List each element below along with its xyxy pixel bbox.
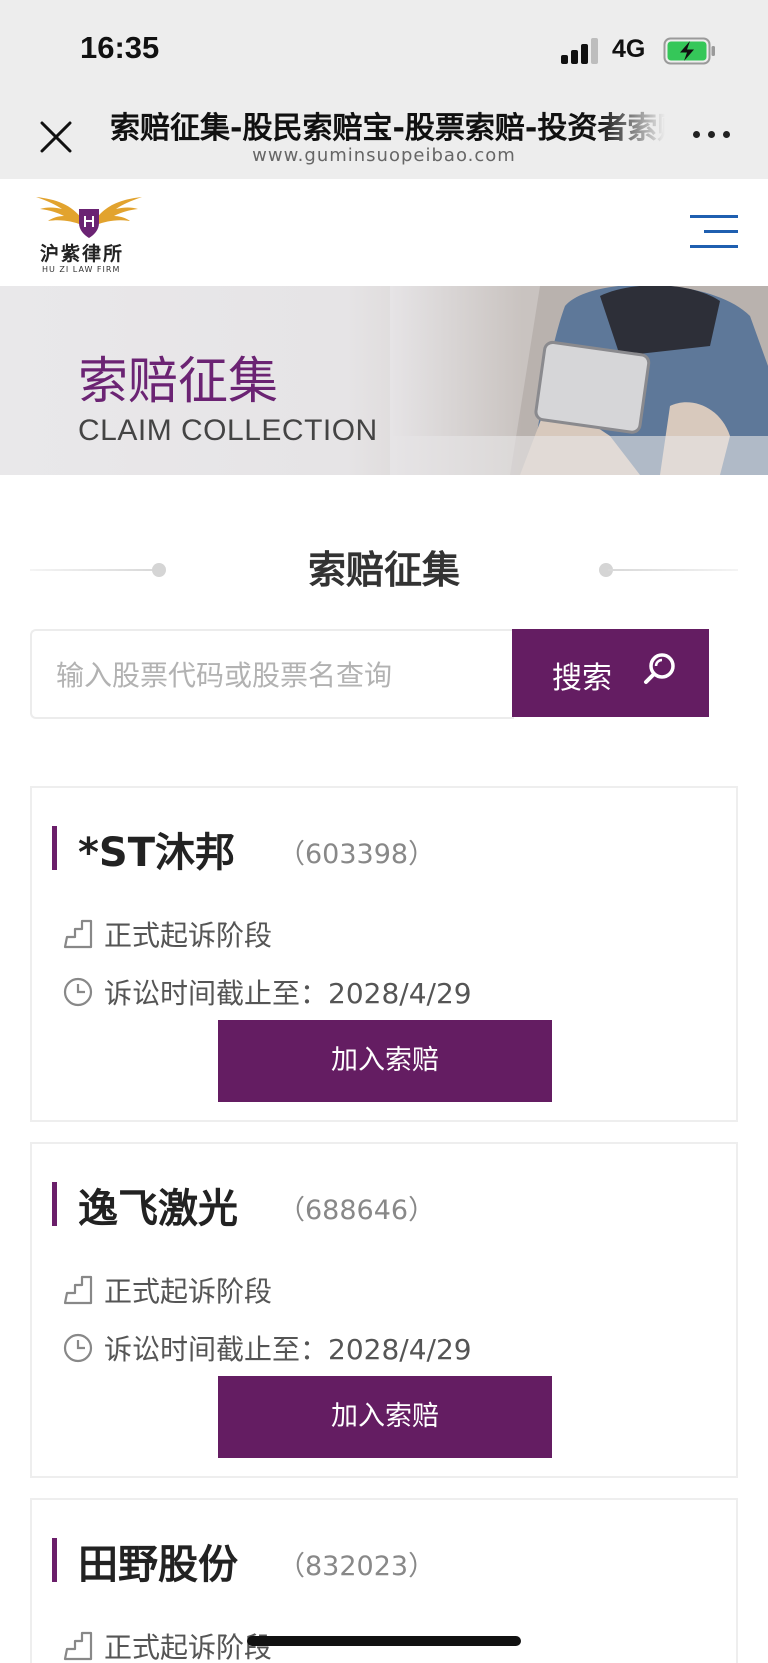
logo[interactable]: 沪紫律所 HU ZI LAW FIRM	[34, 185, 144, 279]
banner-photo	[390, 286, 768, 475]
stairs-icon	[63, 1275, 93, 1305]
banner: 索赔征集 CLAIM COLLECTION	[0, 286, 768, 475]
case-name: 逸飞激光	[78, 1186, 238, 1232]
clock-icon	[63, 1333, 93, 1363]
search-input[interactable]	[56, 653, 496, 697]
page-url: www.guminsuopeibao.com	[252, 145, 516, 166]
case-deadline: 诉讼时间截止至：2028/4/29	[104, 977, 472, 1010]
case-card: *ST沐邦 （603398） 正式起诉阶段 诉讼时间截止至：2028/4/29 …	[30, 786, 738, 1122]
status-time: 16:35	[80, 30, 160, 65]
battery-charging-icon	[663, 37, 715, 65]
card-accent-bar	[52, 826, 57, 870]
case-stage: 正式起诉阶段	[104, 1631, 273, 1663]
logo-wings-icon	[36, 197, 142, 238]
banner-subtitle: CLAIM COLLECTION	[78, 414, 378, 447]
browser-title-bar: 索赔征集-股民索赔宝-股票索赔-投资者索赔 www.guminsuopeibao…	[0, 95, 768, 179]
case-name: *ST沐邦	[78, 830, 236, 876]
menu-icon[interactable]	[690, 213, 740, 251]
search-box	[30, 629, 514, 719]
status-bar: 16:35 4G	[0, 0, 768, 95]
join-claim-button[interactable]: 加入索赔	[218, 1376, 552, 1458]
join-claim-button[interactable]: 加入索赔	[218, 1020, 552, 1102]
clock-icon	[63, 977, 93, 1007]
card-accent-bar	[52, 1538, 57, 1582]
search-icon	[644, 653, 675, 684]
search-button-label: 搜索	[552, 661, 612, 696]
case-code: （688646）	[278, 1195, 436, 1226]
network-type: 4G	[612, 35, 646, 63]
site-header: 沪紫律所 HU ZI LAW FIRM	[0, 179, 768, 286]
case-stage: 正式起诉阶段	[104, 1275, 273, 1308]
signal-icon	[561, 38, 601, 64]
stairs-icon	[63, 919, 93, 949]
case-deadline: 诉讼时间截止至：2028/4/29	[104, 1333, 472, 1366]
divider-right	[608, 569, 738, 571]
stairs-icon	[63, 1631, 93, 1661]
logo-text-cn: 沪紫律所	[40, 243, 125, 265]
case-code: （603398）	[278, 839, 436, 870]
case-stage: 正式起诉阶段	[104, 919, 273, 952]
page-title: 索赔征集-股民索赔宝-股票索赔-投资者索赔	[110, 111, 665, 146]
card-accent-bar	[52, 1182, 57, 1226]
search-button[interactable]: 搜索	[512, 629, 709, 717]
banner-title: 索赔征集	[78, 352, 278, 410]
more-icon[interactable]	[693, 131, 733, 143]
case-card: 逸飞激光 （688646） 正式起诉阶段 诉讼时间截止至：2028/4/29 加…	[30, 1142, 738, 1478]
section-title: 索赔征集	[307, 548, 460, 592]
case-name: 田野股份	[78, 1542, 238, 1588]
case-code: （832023）	[278, 1551, 436, 1582]
logo-text-en: HU ZI LAW FIRM	[42, 265, 121, 274]
home-indicator	[247, 1636, 521, 1646]
section-heading: 索赔征集	[0, 535, 768, 592]
